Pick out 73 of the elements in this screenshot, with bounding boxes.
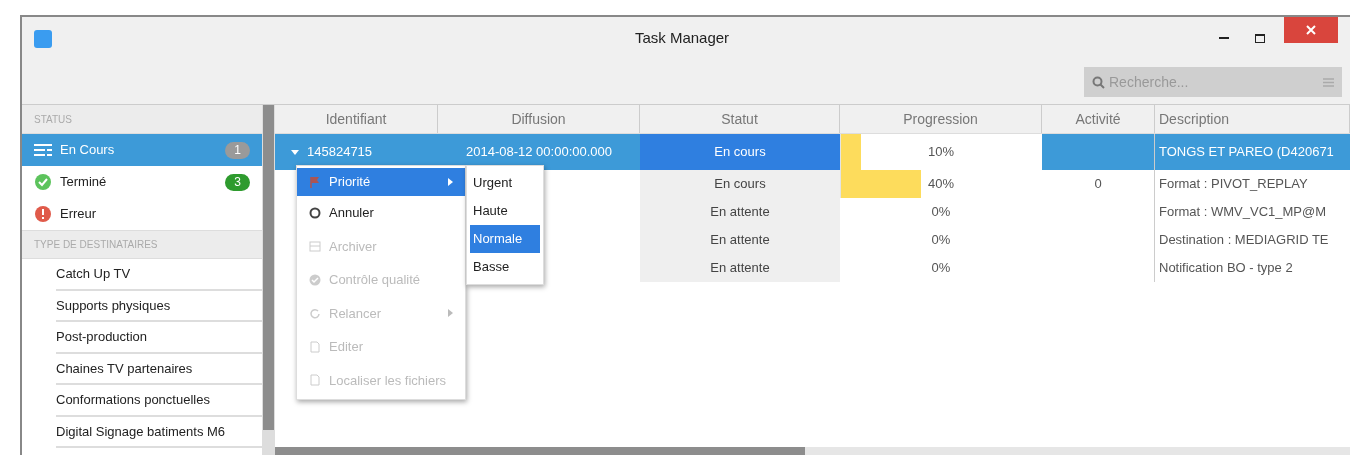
- menu-label: Archiver: [329, 237, 378, 256]
- menu-item[interactable]: Annuler: [297, 196, 465, 230]
- item-label: Post-production: [56, 328, 149, 346]
- document-icon: [309, 374, 321, 387]
- sidebar-item[interactable]: En Cours 1: [22, 134, 262, 166]
- table-cell-text: Format : WMV_VC1_MP@M: [1158, 203, 1328, 222]
- document-icon: [309, 340, 321, 353]
- column-header[interactable]: Activité: [1042, 105, 1155, 133]
- item-label: Supports physiques: [56, 296, 172, 315]
- count-badge: 1: [225, 141, 250, 159]
- menu-label: Annuler: [329, 204, 375, 222]
- progress-text: 0%: [931, 259, 951, 278]
- item-label: Digital Signage batiments M6: [56, 422, 227, 441]
- menu-label: Localiser les fichiers: [329, 371, 448, 390]
- item-label: Chaines TV partenaires: [56, 359, 194, 378]
- menu-label: Contrôle qualité: [329, 271, 422, 289]
- item-label: Conformations ponctuelles: [56, 391, 211, 409]
- progress-text: 0%: [931, 203, 951, 222]
- submenu-arrow-icon: [448, 178, 453, 186]
- app-icon: [34, 29, 52, 48]
- section-header: TYPE DE DESTINATAIRES: [22, 230, 262, 259]
- search-icon: [1092, 75, 1105, 89]
- scrollbar-thumb[interactable]: [263, 105, 274, 430]
- table-cell-text: Destination : MEDIAGRID TE: [1158, 231, 1330, 250]
- list-icon: [34, 143, 52, 157]
- close-button[interactable]: [1284, 17, 1338, 43]
- progress-text: 10%: [928, 143, 954, 162]
- flag-icon: [309, 176, 321, 188]
- submenu-item[interactable]: Basse: [470, 253, 540, 281]
- table-cell: 0: [1042, 170, 1155, 198]
- column-header[interactable]: Statut: [640, 105, 840, 133]
- refresh-icon: [309, 307, 321, 320]
- window-title: Task Manager: [633, 28, 731, 49]
- menu-label: Relancer: [329, 304, 383, 323]
- item-label: En Cours: [60, 141, 116, 160]
- table-cell: En cours: [640, 170, 840, 198]
- check-circle-icon: [309, 273, 321, 286]
- table-cell: En cours: [640, 134, 840, 170]
- column-header[interactable]: Progression: [840, 105, 1042, 133]
- submenu-arrow-icon: [448, 309, 453, 318]
- count-badge: 3: [225, 173, 250, 191]
- archive-icon: [309, 240, 321, 253]
- submenu-item[interactable]: Normale: [470, 225, 540, 253]
- table-cell: En attente: [640, 254, 840, 282]
- item-label: Catch Up TV: [56, 265, 132, 283]
- minimize-icon: [1219, 37, 1229, 40]
- submenu-item[interactable]: Urgent: [470, 169, 540, 197]
- table-cell: En attente: [640, 198, 840, 226]
- maximize-icon: [1255, 34, 1265, 43]
- exclamation-circle-icon: [34, 206, 52, 222]
- check-circle-icon: [34, 174, 52, 190]
- section-header: STATUS: [22, 105, 262, 134]
- menu-label: Editer: [329, 338, 364, 356]
- item-label: Terminé: [60, 173, 108, 192]
- close-icon: [1306, 24, 1316, 35]
- menu-item[interactable]: Priorité: [297, 168, 465, 196]
- table-cell-text: Format : PIVOT_REPLAY: [1158, 175, 1309, 194]
- table-cell: En attente: [640, 226, 840, 254]
- horizontal-scrollbar-thumb[interactable]: [275, 447, 805, 455]
- progress-text: 0%: [931, 231, 951, 250]
- column-header[interactable]: Description: [1155, 105, 1350, 133]
- table-cell-text: 145824715: [307, 143, 373, 162]
- table-cell: 2014-08-12 00:00:00.000: [438, 134, 640, 170]
- progress-text: 40%: [928, 175, 954, 194]
- column-header[interactable]: Diffusion: [438, 105, 640, 133]
- submenu-item[interactable]: Haute: [470, 197, 540, 225]
- column-header[interactable]: Identifiant: [275, 105, 438, 133]
- stop-circle-icon: [309, 206, 321, 219]
- caret-icon[interactable]: [291, 149, 299, 155]
- table-cell-text: Notification BO - type 2: [1158, 259, 1294, 278]
- table-cell: TONGS ET PAREO (D420671: [1155, 134, 1350, 170]
- item-label: Erreur: [60, 205, 98, 224]
- menu-label: Priorité: [329, 173, 372, 192]
